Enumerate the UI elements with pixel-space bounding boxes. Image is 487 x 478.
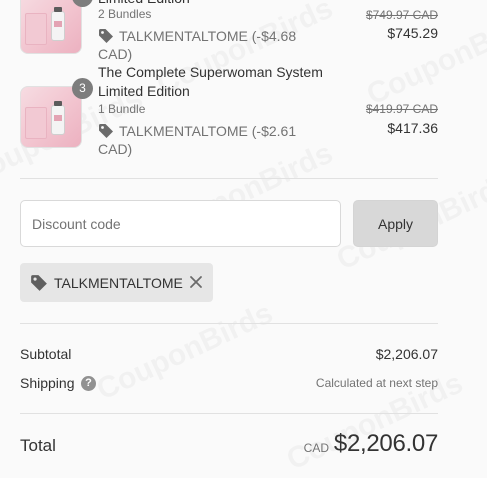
original-price: $419.97 CAD [365, 102, 438, 116]
applied-discount-chip: TALKMENTALTOME [20, 263, 213, 302]
apply-button[interactable]: Apply [353, 200, 438, 247]
tag-icon [99, 29, 113, 43]
question-icon[interactable]: ? [81, 376, 96, 391]
divider [20, 413, 438, 414]
item-price: $745.29 [387, 25, 438, 41]
quantity-badge: 3 [72, 78, 93, 99]
applied-discount-code: TALKMENTALTOME [54, 274, 183, 291]
discount-code-input[interactable] [20, 200, 341, 247]
line-discount-text: TALKMENTALTOME (-$2.61 CAD) [98, 123, 297, 157]
close-icon[interactable] [188, 274, 204, 290]
shipping-value: Calculated at next step [315, 376, 438, 390]
tag-icon [31, 274, 47, 291]
product-image [20, 0, 82, 54]
watermark: CouponBirds [92, 296, 279, 407]
tag-icon [99, 124, 113, 138]
product-title: The Complete Superwoman System Limited E… [98, 64, 323, 99]
line-discount: TALKMENTALTOME (-$4.68 CAD) [98, 27, 318, 63]
divider [20, 178, 438, 179]
divider [20, 323, 438, 324]
product-variant: 2 Bundles [98, 7, 152, 21]
cart-item: 3 The Complete Superwoman System Limited… [20, 62, 438, 162]
line-discount-text: TALKMENTALTOME (-$4.68 CAD) [98, 28, 297, 62]
total-value: $2,206.07 [333, 430, 438, 457]
item-price: $417.36 [387, 120, 438, 136]
currency-code: CAD [303, 441, 329, 455]
product-image [20, 86, 82, 148]
cart-item: Limited Edition 2 Bundles TALKMENTALTOME… [20, 0, 438, 66]
line-discount: TALKMENTALTOME (-$2.61 CAD) [98, 122, 318, 158]
subtotal-value: $2,206.07 [375, 346, 438, 362]
subtotal-label: Subtotal [20, 346, 72, 362]
original-price: $749.97 CAD [365, 8, 438, 22]
shipping-label: Shipping [20, 375, 75, 391]
product-variant: 1 Bundle [98, 102, 146, 116]
total-label: Total [20, 436, 56, 455]
